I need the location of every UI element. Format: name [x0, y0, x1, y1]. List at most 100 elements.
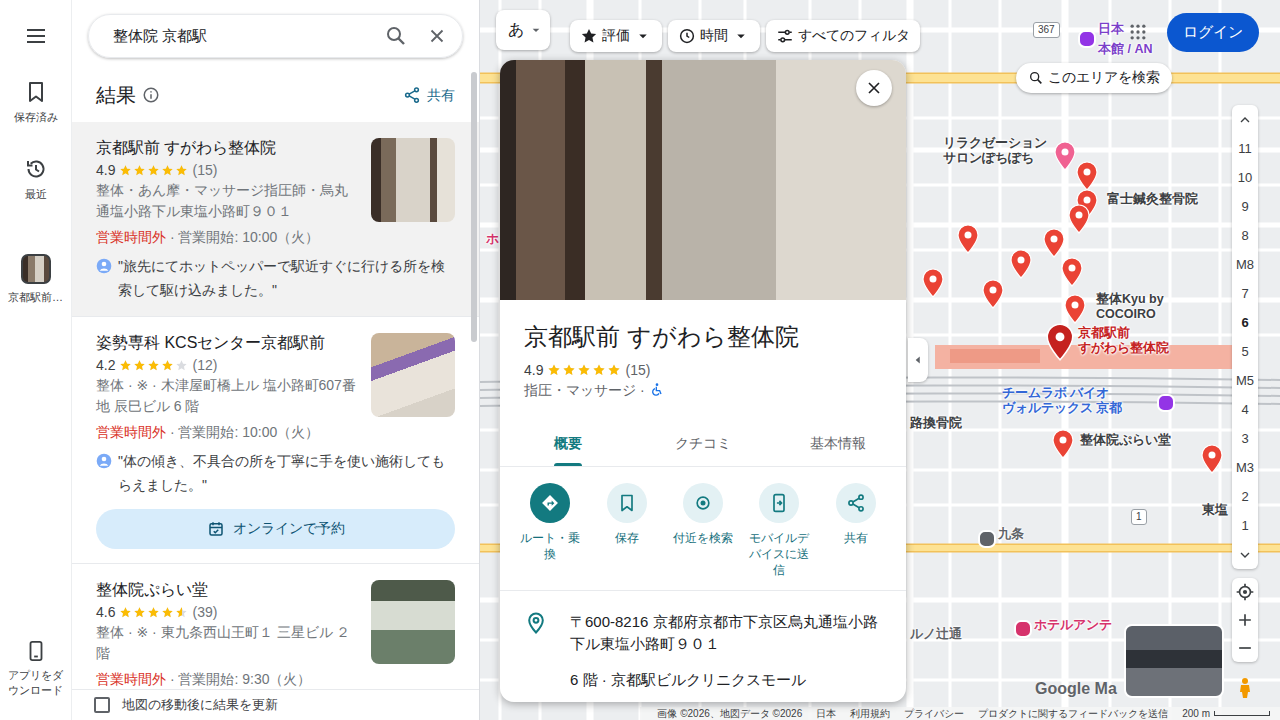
- action-button[interactable]: 付近を検索: [665, 483, 741, 578]
- tab[interactable]: 概要: [500, 420, 635, 466]
- poi-dot[interactable]: [1157, 394, 1175, 412]
- floor-button[interactable]: 4: [1232, 395, 1258, 424]
- zoom-out[interactable]: [1235, 638, 1255, 658]
- action-circle[interactable]: [530, 483, 570, 523]
- share-button[interactable]: 共有: [403, 80, 455, 110]
- update-on-move[interactable]: 地図の移動後に結果を更新: [72, 689, 479, 720]
- update-checkbox[interactable]: [94, 697, 110, 713]
- poi-dot[interactable]: [1078, 30, 1096, 48]
- floor-button[interactable]: 9: [1232, 192, 1258, 221]
- poi-dot[interactable]: [1014, 620, 1032, 638]
- map-label[interactable]: 整体Kyu by COCOIRO: [1096, 292, 1164, 322]
- rail-item[interactable]: 京都駅前…: [1, 254, 71, 305]
- rail-item[interactable]: 最近: [1, 157, 71, 202]
- apps-grid-icon[interactable]: [1128, 22, 1148, 42]
- footer-link[interactable]: プライバシー: [904, 707, 964, 720]
- book-online-button[interactable]: オンラインで予約: [96, 509, 455, 549]
- floor-up[interactable]: [1232, 105, 1258, 134]
- search-box[interactable]: 整体院 京都駅: [88, 14, 463, 58]
- action-button[interactable]: モバイルデバイスに送信: [741, 483, 817, 578]
- poi-dot[interactable]: [978, 530, 996, 548]
- apps-button[interactable]: [1128, 22, 1148, 42]
- map-label[interactable]: 京都駅前 すがわら整体院: [1078, 326, 1169, 356]
- floor-down[interactable]: [1232, 540, 1258, 569]
- category-label[interactable]: 指圧・マッサージ: [524, 380, 636, 400]
- map-pin[interactable]: [1010, 249, 1032, 279]
- map-pin[interactable]: [1064, 294, 1086, 324]
- map-pin[interactable]: [1043, 228, 1065, 258]
- search-query[interactable]: 整体院 京都駅: [113, 27, 366, 46]
- result-photo[interactable]: [371, 333, 455, 417]
- action-button[interactable]: 保存: [588, 483, 664, 578]
- map-label[interactable]: リラクゼーション サロンぽちぽち: [943, 136, 1047, 166]
- floor-button[interactable]: M5: [1232, 366, 1258, 395]
- address-row[interactable]: 〒600-8216 京都府京都市下京区烏丸通塩小路下ル東塩小路町９０１: [524, 611, 882, 655]
- action-button[interactable]: 共有: [818, 483, 894, 578]
- search-icon[interactable]: [384, 24, 408, 48]
- menu-button[interactable]: [24, 0, 48, 72]
- floor-button[interactable]: 8: [1232, 221, 1258, 250]
- map-label[interactable]: 九条: [998, 527, 1024, 542]
- map-label[interactable]: 整体院ぷらい堂: [1080, 433, 1171, 448]
- map-pin[interactable]: [1068, 204, 1090, 234]
- tab[interactable]: クチコミ: [635, 420, 770, 466]
- result-name[interactable]: 整体院ぷらい堂: [96, 578, 359, 602]
- place-photo[interactable]: [500, 60, 906, 300]
- map-label[interactable]: 東塩: [1202, 503, 1228, 518]
- floor-button[interactable]: 7: [1232, 279, 1258, 308]
- search-this-area[interactable]: このエリアを検索: [1016, 63, 1172, 93]
- result-photo[interactable]: [371, 138, 455, 222]
- close-button[interactable]: [856, 70, 892, 106]
- floor-button[interactable]: M3: [1232, 453, 1258, 482]
- language-select[interactable]: あ: [496, 10, 550, 50]
- action-circle[interactable]: [836, 483, 876, 523]
- map-label[interactable]: ルノ辻通: [910, 627, 962, 642]
- scrollbar[interactable]: [471, 72, 477, 342]
- rail-item[interactable]: 保存済み: [1, 80, 71, 125]
- action-button[interactable]: ルート・乗換: [512, 483, 588, 578]
- floor-button[interactable]: 1: [1232, 511, 1258, 540]
- map-pin[interactable]: [957, 224, 979, 254]
- action-circle[interactable]: [683, 483, 723, 523]
- map-pin[interactable]: [982, 279, 1004, 309]
- result-name[interactable]: 姿勢専科 KCSセンター京都駅前: [96, 331, 359, 355]
- collapse-button[interactable]: [908, 338, 928, 382]
- floor-button[interactable]: M8: [1232, 250, 1258, 279]
- footer-link[interactable]: プロダクトに関するフィードバックを送信: [978, 707, 1168, 720]
- download-app[interactable]: アプリをダウンロード: [4, 640, 68, 720]
- footer-link[interactable]: 利用規約: [850, 707, 890, 720]
- map-pin[interactable]: [1061, 257, 1083, 287]
- street-view-thumbnail[interactable]: [1124, 624, 1224, 698]
- address-row[interactable]: 6 階 · 京都駅ビルクリニクスモール: [524, 669, 882, 691]
- map-label[interactable]: 本館 / AN: [1098, 42, 1152, 57]
- map-label[interactable]: 路換骨院: [910, 416, 962, 431]
- map-label[interactable]: ホテルアンテ: [1034, 618, 1112, 633]
- map[interactable]: 日本本館 / ANリラクゼーション サロンぽちぽち富士鍼灸整骨院整体Kyu by…: [480, 0, 1280, 720]
- filter-chip[interactable]: 時間: [668, 20, 760, 52]
- map-pin[interactable]: [1201, 444, 1223, 474]
- filter-chip[interactable]: すべてのフィルタ: [766, 20, 920, 52]
- clear-icon[interactable]: [426, 25, 448, 47]
- pegman[interactable]: [1233, 676, 1257, 700]
- floor-button[interactable]: 5: [1232, 337, 1258, 366]
- filter-chip[interactable]: 評価: [570, 20, 662, 52]
- map-label[interactable]: ホ: [486, 232, 499, 247]
- floor-button[interactable]: 10: [1232, 163, 1258, 192]
- result-card[interactable]: 姿勢専科 KCSセンター京都駅前4.2(12)整体 · ※ · 木津屋町橋上ル …: [72, 317, 479, 564]
- floor-button[interactable]: 6: [1232, 308, 1258, 337]
- map-label[interactable]: 富士鍼灸整骨院: [1107, 192, 1198, 207]
- tab[interactable]: 基本情報: [771, 420, 906, 466]
- map-label[interactable]: チームラボ バイオ ヴォルテックス 京都: [1002, 386, 1122, 416]
- map-pin[interactable]: [1052, 429, 1074, 459]
- map-label[interactable]: 日本: [1098, 22, 1124, 37]
- action-circle[interactable]: [759, 483, 799, 523]
- map-pin[interactable]: [1076, 161, 1098, 191]
- login-button[interactable]: ログイン: [1167, 13, 1259, 52]
- result-name[interactable]: 京都駅前 すがわら整体院: [96, 136, 359, 160]
- floor-button[interactable]: 2: [1232, 482, 1258, 511]
- info-icon[interactable]: [142, 86, 160, 104]
- result-card[interactable]: 整体院ぷらい堂4.6(39)整体 · ※ · 東九条西山王町１ 三星ビル ２階営…: [72, 564, 479, 689]
- floor-button[interactable]: 11: [1232, 134, 1258, 163]
- locate-button[interactable]: [1235, 582, 1255, 602]
- footer-link[interactable]: 日本: [816, 707, 836, 720]
